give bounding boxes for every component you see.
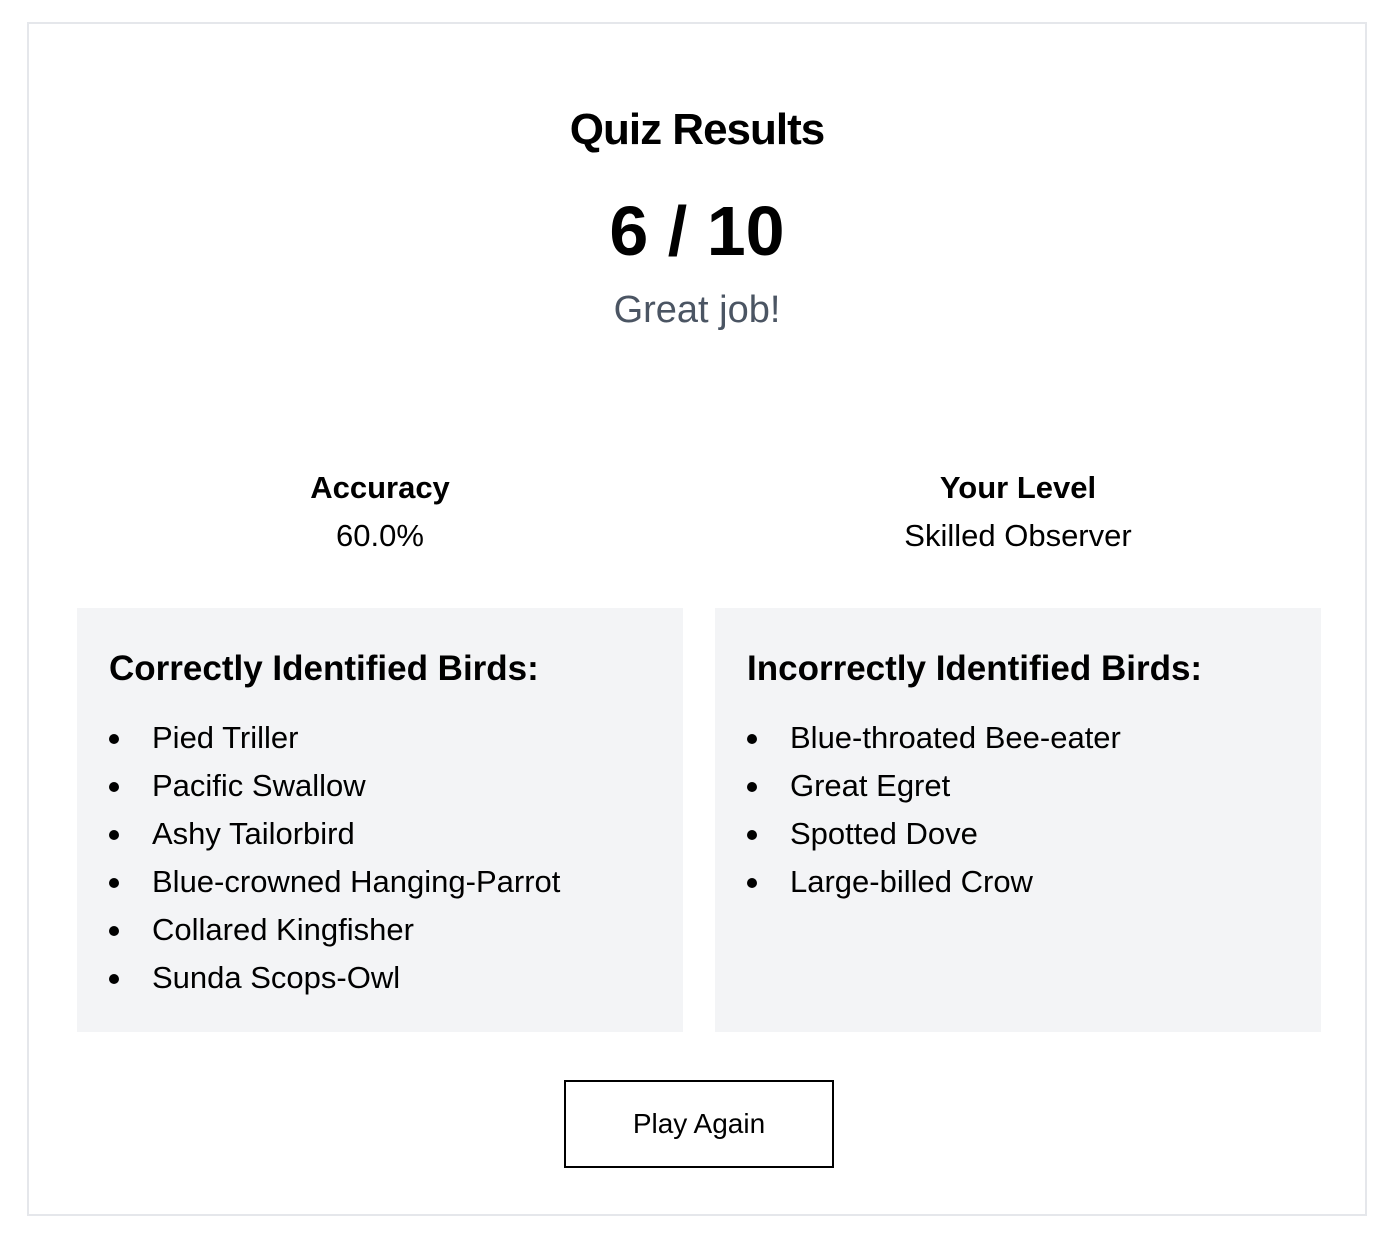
bird-name: Blue-crowned Hanging-Parrot xyxy=(152,864,561,899)
bird-name: Pied Triller xyxy=(152,720,299,755)
bullet-icon xyxy=(109,974,119,984)
accuracy-stat: Accuracy 60.0% xyxy=(77,468,683,556)
bullet-icon xyxy=(109,782,119,792)
bird-name: Pacific Swallow xyxy=(152,768,366,803)
bullet-icon xyxy=(747,878,757,888)
list-item: Blue-crowned Hanging-Parrot xyxy=(109,858,651,906)
level-label: Your Level xyxy=(939,470,1097,505)
bird-name: Great Egret xyxy=(790,768,951,803)
bullet-icon xyxy=(747,734,757,744)
bird-name: Sunda Scops-Owl xyxy=(152,960,401,995)
bird-name: Collared Kingfisher xyxy=(152,912,414,947)
results-card: Quiz Results 6 / 10 Great job! Accuracy … xyxy=(27,22,1367,1216)
bullet-icon xyxy=(109,878,119,888)
bird-name: Ashy Tailorbird xyxy=(152,816,355,851)
bullet-icon xyxy=(747,830,757,840)
level-value: Skilled Observer xyxy=(904,518,1132,553)
accuracy-label: Accuracy xyxy=(310,470,450,505)
page-title: Quiz Results xyxy=(569,105,826,154)
bullet-icon xyxy=(747,782,757,792)
list-item: Spotted Dove xyxy=(747,810,1289,858)
correct-birds-list: Pied Triller Pacific Swallow Ashy Tailor… xyxy=(109,714,651,1002)
list-item: Collared Kingfisher xyxy=(109,906,651,954)
bullet-icon xyxy=(109,926,119,936)
bird-name: Large-billed Crow xyxy=(790,864,1033,899)
bird-name: Spotted Dove xyxy=(790,816,978,851)
score-display: 6 / 10 xyxy=(609,192,785,270)
list-item: Sunda Scops-Owl xyxy=(109,954,651,1002)
list-item: Ashy Tailorbird xyxy=(109,810,651,858)
list-item: Pied Triller xyxy=(109,714,651,762)
accuracy-value: 60.0% xyxy=(336,518,424,553)
bullet-icon xyxy=(109,734,119,744)
list-item: Great Egret xyxy=(747,762,1289,810)
incorrect-birds-title: Incorrectly Identified Birds: xyxy=(747,649,1203,688)
level-stat: Your Level Skilled Observer xyxy=(715,468,1321,556)
result-message: Great job! xyxy=(613,289,781,331)
bird-name: Blue-throated Bee-eater xyxy=(790,720,1121,755)
correct-birds-panel: Correctly Identified Birds: Pied Triller… xyxy=(77,608,683,1032)
incorrect-birds-panel: Incorrectly Identified Birds: Blue-throa… xyxy=(715,608,1321,1032)
play-again-button[interactable]: Play Again xyxy=(564,1080,834,1168)
bullet-icon xyxy=(109,830,119,840)
correct-birds-title: Correctly Identified Birds: xyxy=(109,649,539,688)
incorrect-birds-list: Blue-throated Bee-eater Great Egret Spot… xyxy=(747,714,1289,906)
list-item: Pacific Swallow xyxy=(109,762,651,810)
list-item: Large-billed Crow xyxy=(747,858,1289,906)
list-item: Blue-throated Bee-eater xyxy=(747,714,1289,762)
